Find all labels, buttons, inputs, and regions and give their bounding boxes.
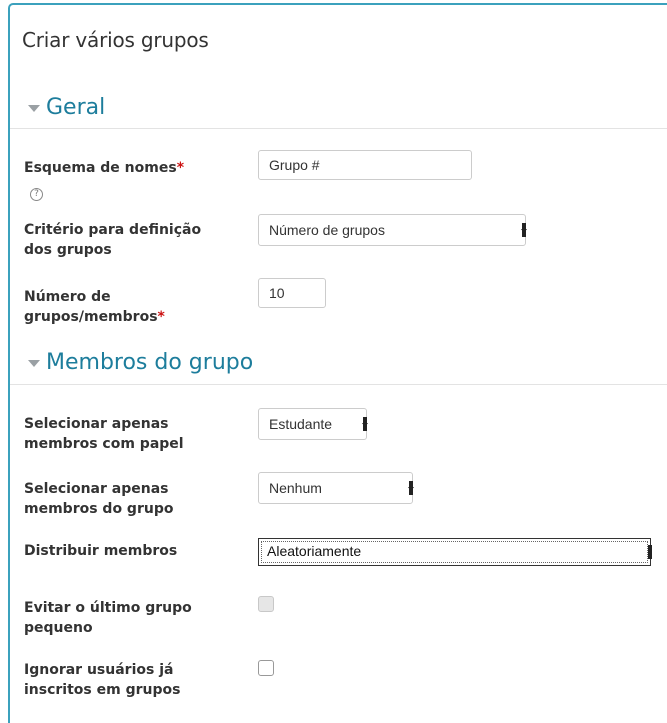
numero-label-line1: Número de xyxy=(24,289,111,305)
criterio-label-line1: Critério para definição xyxy=(24,222,202,238)
numero-input[interactable]: 10 xyxy=(258,278,326,308)
papel-label-line2: membros com papel xyxy=(24,436,184,452)
papel-label: Selecionar apenas membros com papel xyxy=(24,414,184,454)
page-title: Criar vários grupos xyxy=(22,28,209,52)
evitar-label-line2: pequeno xyxy=(24,620,93,636)
criterio-selected: Número de grupos xyxy=(269,222,385,238)
section-divider xyxy=(10,128,667,129)
ignorar-label: Ignorar usuários já inscritos em grupos xyxy=(24,660,180,700)
collapse-triangle-icon xyxy=(28,360,40,367)
grupo-label: Selecionar apenas membros do grupo xyxy=(24,479,173,519)
papel-select[interactable]: Estudante xyxy=(258,408,368,440)
numero-label: Número de grupos/membros* xyxy=(24,287,165,327)
grupo-label-line2: membros do grupo xyxy=(24,501,174,517)
ignorar-checkbox[interactable] xyxy=(258,660,274,676)
dropdown-arrow-icon xyxy=(408,481,414,495)
required-mark: * xyxy=(157,309,165,325)
papel-selected: Estudante xyxy=(269,416,333,432)
dropdown-arrow-icon xyxy=(362,417,368,431)
numero-label-line2: grupos/membros xyxy=(24,309,158,325)
esquema-label-text: Esquema de nomes xyxy=(24,160,177,176)
ignorar-label-line2: inscritos em grupos xyxy=(24,682,181,698)
grupo-select[interactable]: Nenhum xyxy=(258,472,414,504)
grupo-selected: Nenhum xyxy=(269,480,322,496)
distribuir-selected: Aleatoriamente xyxy=(267,543,362,559)
dropdown-arrow-icon xyxy=(648,545,652,559)
esquema-label: Esquema de nomes* xyxy=(24,158,184,178)
distribuir-select[interactable]: Aleatoriamente xyxy=(258,538,652,566)
evitar-label: Evitar o último grupo pequeno xyxy=(24,598,192,638)
section-divider xyxy=(10,384,667,385)
papel-label-line1: Selecionar apenas xyxy=(24,416,169,432)
esquema-input[interactable]: Grupo # xyxy=(258,150,472,180)
evitar-checkbox[interactable] xyxy=(258,596,274,612)
required-mark: * xyxy=(176,160,185,176)
evitar-label-line1: Evitar o último grupo xyxy=(24,600,192,616)
section-geral-toggle[interactable]: Geral xyxy=(28,95,105,120)
section-geral-legend: Geral xyxy=(46,95,106,120)
collapse-triangle-icon xyxy=(28,105,40,112)
dropdown-arrow-icon xyxy=(521,223,527,237)
criterio-select[interactable]: Número de grupos xyxy=(258,214,527,246)
distribuir-label: Distribuir membros xyxy=(24,543,178,559)
criterio-label: Critério para definição dos grupos xyxy=(24,220,201,260)
section-membros-legend: Membros do grupo xyxy=(46,350,254,375)
section-membros-toggle[interactable]: Membros do grupo xyxy=(28,350,253,375)
question-circle-icon[interactable]: ? xyxy=(30,188,43,201)
grupo-label-line1: Selecionar apenas xyxy=(24,481,169,497)
criterio-label-line2: dos grupos xyxy=(24,242,112,258)
ignorar-label-line1: Ignorar usuários já xyxy=(24,662,174,678)
